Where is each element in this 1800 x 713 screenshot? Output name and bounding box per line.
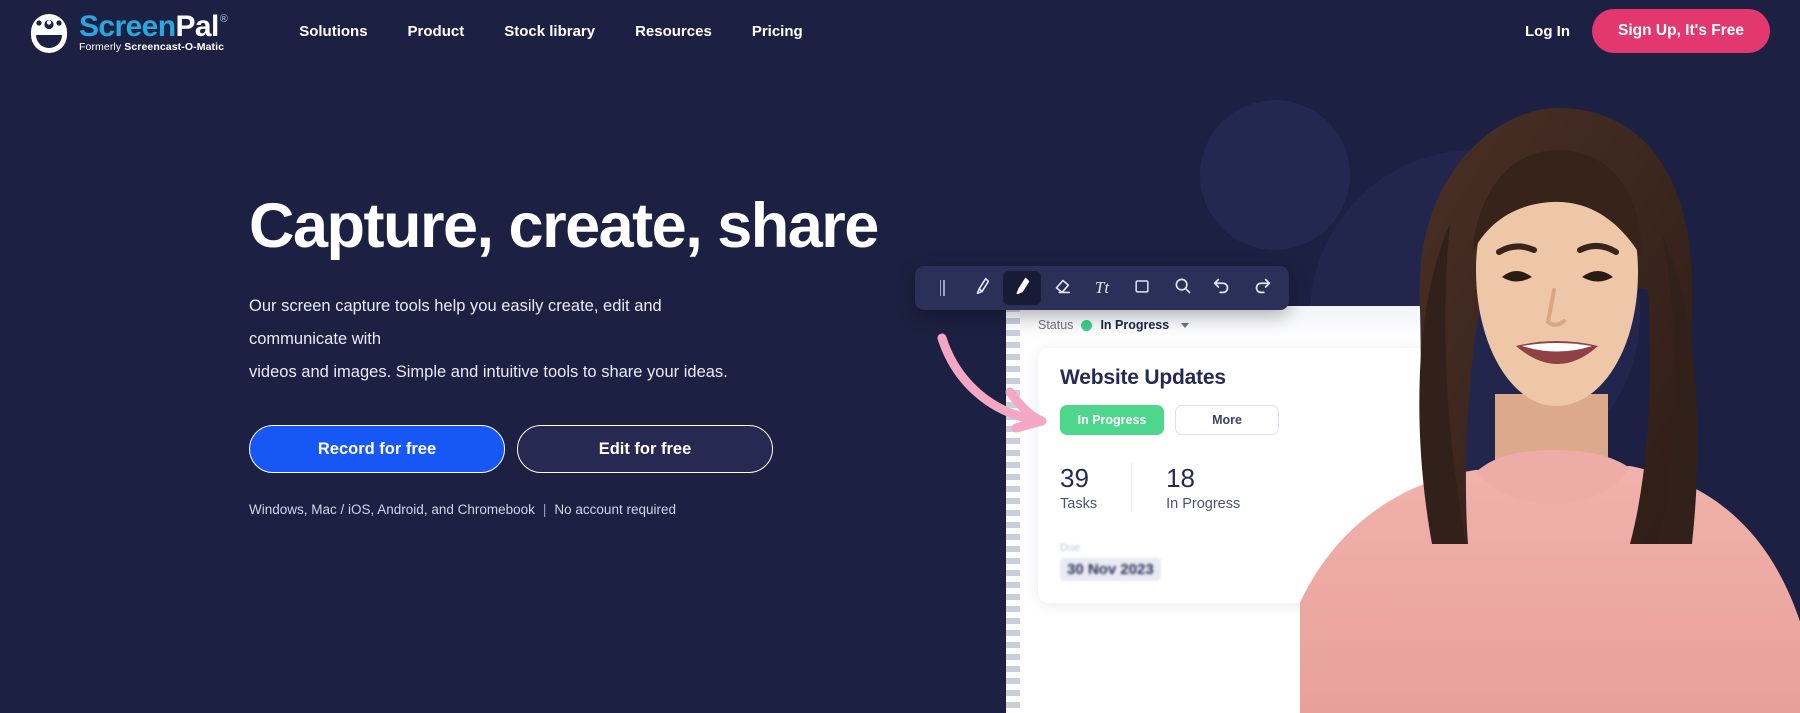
hero-subtitle-line-2: videos and images. Simple and intuitive … [249,363,728,382]
undo-button[interactable] [1203,271,1241,305]
registered-mark: ® [219,12,228,25]
zoom-icon [1172,275,1193,301]
site-header: Screen Pal ® Formerly Screencast-O-Matic S… [0,0,1800,62]
text-tool-button[interactable]: Tt [1083,271,1121,305]
rectangle-tool-button[interactable] [1123,271,1161,305]
drag-handle-icon [934,280,950,296]
hero-person-photo [1300,74,1800,713]
signup-button[interactable]: Sign Up, It's Free [1592,9,1770,53]
highlighter-tool-button[interactable] [1003,271,1041,305]
note-separator: | [542,502,547,518]
logo[interactable]: Screen Pal ® Formerly Screencast-O-Matic [28,9,228,53]
logo-text-screen: Screen [79,9,176,43]
header-actions: Log In Sign Up, It's Free [1525,9,1770,53]
hero-subtitle: Our screen capture tools help you easily… [249,290,749,389]
eraser-icon [1051,275,1073,302]
platform-list: Windows, Mac / iOS, Android, and Chromeb… [249,502,535,518]
pen-tool-button[interactable] [963,271,1001,305]
logo-tagline-brand: Screencast-O-Matic [124,41,225,54]
logo-text-pal: Pal [175,9,219,43]
undo-icon [1211,275,1233,302]
record-for-free-button[interactable]: Record for free [249,425,505,474]
screenpal-face-icon [28,11,70,53]
no-account-note: No account required [554,502,676,518]
nav-item-pricing[interactable]: Pricing [732,15,823,48]
edit-for-free-button[interactable]: Edit for free [517,425,773,474]
login-link[interactable]: Log In [1525,23,1570,40]
rectangle-icon [1132,276,1152,301]
mockup-footer-date: 30 Nov 2023 [1060,558,1161,581]
eraser-tool-button[interactable] [1043,271,1081,305]
highlighter-icon [1011,275,1033,302]
landing-page: Screen Pal ® Formerly Screencast-O-Matic S… [0,0,1800,713]
pen-icon [971,275,993,302]
annotation-toolbar: Tt [915,266,1289,310]
main-navigation: Solutions Product Stock library Resource… [279,15,822,48]
nav-item-stock-library[interactable]: Stock library [484,15,615,48]
nav-item-resources[interactable]: Resources [615,15,732,48]
zoom-tool-button[interactable] [1163,271,1201,305]
text-icon: Tt [1094,278,1110,297]
redo-button[interactable] [1243,271,1281,305]
logo-tagline-prefix: Formerly [79,41,125,54]
redo-icon [1251,275,1273,302]
nav-item-solutions[interactable]: Solutions [279,15,387,48]
toolbar-drag-handle[interactable] [923,271,961,305]
hero-subtitle-line-1: Our screen capture tools help you easily… [249,297,662,349]
logo-tagline: Formerly Screencast-O-Matic [79,41,227,53]
nav-item-product[interactable]: Product [388,15,485,48]
